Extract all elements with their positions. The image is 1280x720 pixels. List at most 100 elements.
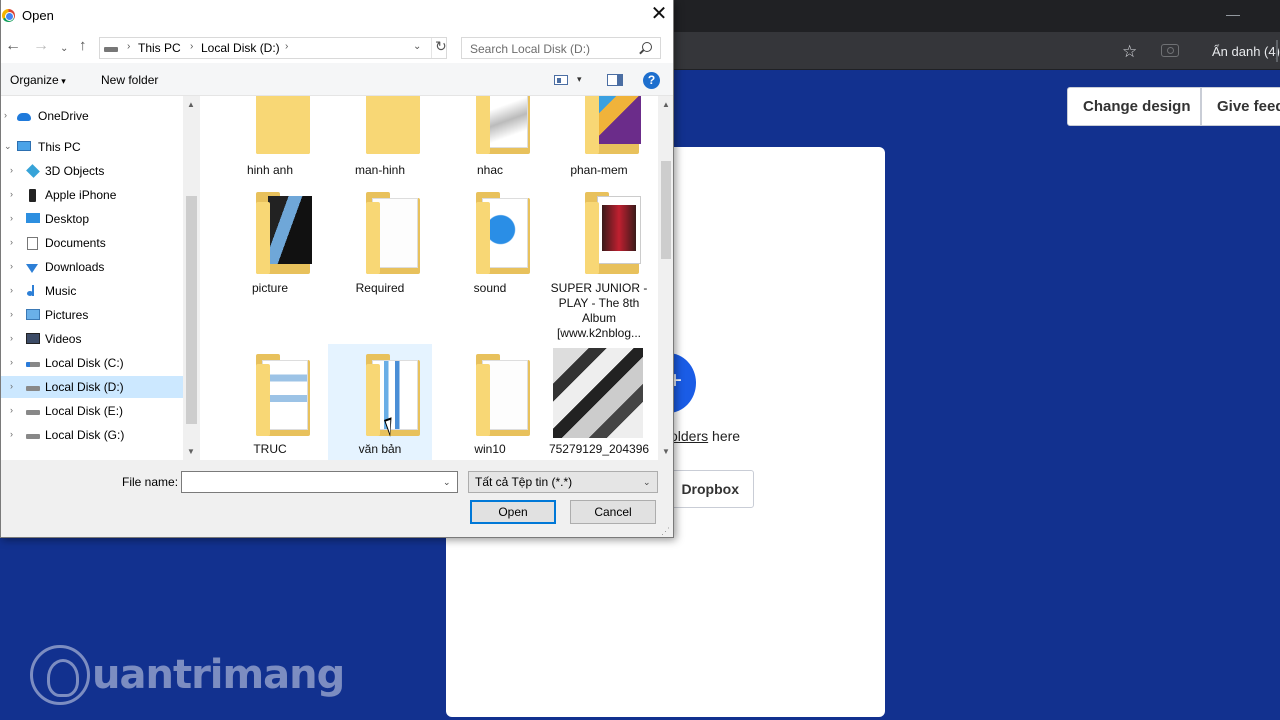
nav-item-pictures[interactable]: › Pictures (1, 304, 183, 326)
change-design-button[interactable]: Change design (1067, 87, 1201, 126)
nav-item-documents[interactable]: › Documents (1, 232, 183, 254)
nav-item-local-disk-c[interactable]: › Local Disk (C:) (1, 352, 183, 374)
nav-item-downloads[interactable]: › Downloads (1, 256, 183, 278)
folder-item[interactable]: văn bản (328, 344, 432, 460)
scroll-up-icon[interactable]: ▲ (187, 100, 195, 109)
filepane-scroll-thumb[interactable] (661, 161, 671, 259)
expand-chevron-icon[interactable]: › (10, 357, 13, 367)
expand-chevron-icon[interactable]: › (10, 165, 13, 175)
expand-chevron-icon[interactable]: › (10, 261, 13, 271)
organize-button[interactable]: Organize (10, 73, 66, 87)
navpane-scroll-thumb[interactable] (186, 196, 197, 424)
folder-item[interactable]: SUPER JUNIOR - PLAY - The 8th Album [www… (547, 192, 651, 342)
pc-icon (17, 141, 31, 151)
expand-chevron-icon[interactable]: › (10, 381, 13, 391)
expand-chevron-icon[interactable]: › (10, 309, 13, 319)
menu-icon[interactable] (1276, 40, 1278, 62)
new-folder-button[interactable]: New folder (101, 73, 158, 87)
camera-icon[interactable] (1161, 44, 1179, 57)
file-type-select[interactable]: Tất cả Tệp tin (*.*) (468, 471, 658, 493)
folder-icon (230, 354, 310, 436)
filepane-scrollbar[interactable]: ▲ ▼ (658, 96, 673, 460)
nav-item-desktop[interactable]: › Desktop (1, 208, 183, 230)
folder-item[interactable]: picture (218, 192, 322, 322)
scroll-down-icon[interactable]: ▼ (187, 447, 195, 456)
incognito-label[interactable]: Ẩn danh (4) (1212, 44, 1280, 59)
close-icon[interactable]: ✕ (647, 3, 671, 27)
folder-item[interactable]: Required (328, 192, 432, 322)
phone-icon (29, 189, 36, 202)
folder-item[interactable]: phan-mem (547, 96, 651, 182)
minimize-icon[interactable]: — (1226, 6, 1240, 22)
nav-item-local-disk-g[interactable]: › Local Disk (G:) (1, 424, 183, 446)
folder-item[interactable]: hinh anh (218, 96, 322, 182)
folder-item[interactable]: win10 (438, 346, 542, 458)
navigation-pane: › OneDrive ⌄ This PC › 3D Objects › Appl… (1, 96, 183, 460)
expand-chevron-icon[interactable]: › (4, 110, 7, 120)
file-type-dropdown-icon[interactable]: ⌄ (643, 477, 651, 488)
nav-item-local-disk-d[interactable]: › Local Disk (D:) (1, 376, 183, 398)
expand-chevron-icon[interactable]: › (10, 429, 13, 439)
nav-item-label: Downloads (45, 260, 105, 274)
star-icon[interactable]: ☆ (1122, 42, 1137, 62)
scroll-down-icon[interactable]: ▼ (662, 447, 670, 456)
refresh-icon[interactable]: ↻ (431, 38, 447, 58)
breadcrumb-separator-icon[interactable]: › (127, 41, 130, 52)
nav-item-3d-objects[interactable]: › 3D Objects (1, 160, 183, 182)
up-arrow-icon[interactable]: ↑ (79, 38, 87, 54)
cancel-button[interactable]: Cancel (570, 500, 656, 524)
nav-item-music[interactable]: › Music (1, 280, 183, 302)
breadcrumb-separator-icon[interactable]: › (190, 41, 193, 52)
music-icon (27, 285, 34, 296)
file-type-value: Tất cả Tệp tin (*.*) (475, 475, 573, 489)
nav-item-label: This PC (38, 140, 81, 154)
help-icon[interactable]: ? (643, 72, 660, 89)
folder-item[interactable]: nhac (438, 96, 542, 182)
nav-item-this-pc[interactable]: ⌄ This PC (1, 136, 183, 158)
chrome-icon (2, 9, 15, 22)
breadcrumb-this-pc[interactable]: This PC (138, 41, 181, 55)
scroll-up-icon[interactable]: ▲ (662, 100, 670, 109)
folder-item[interactable]: sound (438, 192, 542, 322)
resize-grip-icon[interactable]: ⋰ (661, 526, 670, 537)
nav-item-videos[interactable]: › Videos (1, 328, 183, 350)
nav-item-apple-iphone[interactable]: › Apple iPhone (1, 184, 183, 206)
forward-arrow-icon[interactable]: → (33, 38, 49, 54)
views-dropdown-icon[interactable]: ▾ (577, 74, 582, 85)
folder-item[interactable]: man-hinh (328, 96, 432, 182)
nav-item-onedrive[interactable]: › OneDrive (1, 105, 183, 127)
expand-chevron-icon[interactable]: › (10, 189, 13, 199)
back-arrow-icon[interactable]: ← (5, 38, 21, 54)
navpane-scrollbar[interactable]: ▲ ▼ (183, 96, 200, 460)
desktop-icon (26, 213, 40, 223)
address-dropdown-icon[interactable]: ⌄ (413, 41, 421, 52)
file-name-dropdown-icon[interactable]: ⌄ (443, 477, 451, 488)
search-placeholder: Search Local Disk (D:) (470, 42, 591, 56)
expand-chevron-icon[interactable]: › (10, 285, 13, 295)
give-feedback-button[interactable]: Give feed (1201, 87, 1280, 126)
expand-chevron-icon[interactable]: › (10, 213, 13, 223)
search-icon[interactable] (642, 42, 652, 52)
search-box[interactable]: Search Local Disk (D:) (461, 37, 661, 59)
expand-chevron-icon[interactable]: › (10, 405, 13, 415)
image-item[interactable]: 75279129_204396 (547, 346, 651, 460)
address-bar[interactable]: › This PC › Local Disk (D:) › ⌄ ↻ (99, 37, 447, 59)
folder-icon (559, 96, 641, 154)
views-icon[interactable] (554, 75, 568, 85)
nav-item-local-disk-e[interactable]: › Local Disk (E:) (1, 400, 183, 422)
breadcrumb-local-disk-d[interactable]: Local Disk (D:) (201, 41, 280, 55)
breadcrumb-separator-icon[interactable]: › (285, 41, 288, 52)
expand-chevron-icon[interactable]: › (10, 237, 13, 247)
file-label: Required (355, 281, 405, 295)
watermark-text: uantrimang (92, 652, 345, 698)
recent-locations-chevron-icon[interactable]: ⌄ (60, 41, 68, 57)
file-label: 75279129_204396 (548, 442, 650, 456)
collapse-chevron-icon[interactable]: ⌄ (4, 141, 12, 152)
folders-link[interactable]: olders (670, 428, 708, 444)
expand-chevron-icon[interactable]: › (10, 333, 13, 343)
open-button[interactable]: Open (470, 500, 556, 524)
file-name-input[interactable] (181, 471, 458, 493)
preview-pane-icon[interactable] (607, 74, 623, 86)
folder-item[interactable]: TRUC (218, 346, 322, 458)
documents-icon (27, 237, 38, 250)
